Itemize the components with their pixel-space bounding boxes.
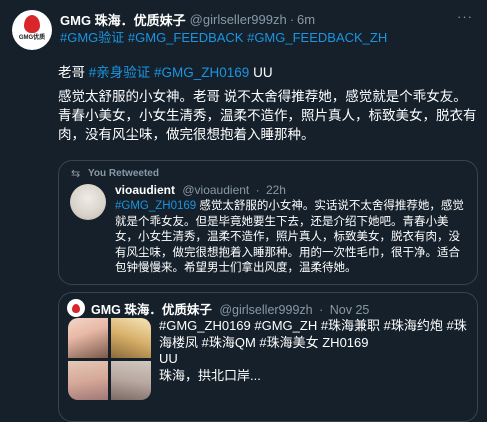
flame-logo-icon <box>72 303 80 313</box>
quoted-separator: · <box>319 303 324 317</box>
tweet-header: GMG 珠海．优质妹子 @girlseller999zh · 6m <box>60 10 475 28</box>
avatar-logo-text: GMG优质 <box>18 34 46 41</box>
retweet-hashtag[interactable]: #GMG_ZH0169 <box>115 200 196 212</box>
retweet-time[interactable]: 22h <box>266 183 286 197</box>
quoted-tweet-card[interactable]: GMG 珠海．优质妹子 @girlseller999zh · Nov 25 #G… <box>58 292 478 422</box>
quoted-header: GMG 珠海．优质妹子 @girlseller999zh · Nov 25 <box>91 299 369 318</box>
quoted-line-location: 珠海，拱北口岸... <box>159 367 261 383</box>
author-name[interactable]: GMG 珠海．优质妹子 <box>60 10 186 29</box>
retweet-author-name[interactable]: vioaudient <box>115 183 175 197</box>
line2-hashtags[interactable]: #亲身验证 #GMG_ZH0169 <box>89 65 250 80</box>
tweet-time[interactable]: 6m <box>297 12 315 27</box>
retweet-text: #GMG_ZH0169 感觉太舒服的小女神。实话说不太舍得推荐她，感觉就是个乖女… <box>115 199 471 277</box>
quoted-hashtags[interactable]: #GMG_ZH0169 #GMG_ZH #珠海兼职 #珠海约炮 #珠海楼凤 #珠… <box>159 318 471 351</box>
media-thumbnails[interactable] <box>68 318 151 400</box>
quoted-line-uu: UU <box>159 351 178 366</box>
retweet-author-handle[interactable]: @vioaudient <box>182 183 249 197</box>
quoted-author-name[interactable]: GMG 珠海．优质妹子 <box>91 303 212 317</box>
flame-logo-icon <box>24 14 40 33</box>
photo-thumbnail[interactable] <box>68 318 108 358</box>
more-options-icon[interactable]: ··· <box>457 9 473 24</box>
retweet-header: vioaudient @vioaudient · 22h <box>115 183 286 197</box>
retweet-label: You Retweeted <box>88 168 159 179</box>
retweet-author-avatar[interactable] <box>70 184 106 220</box>
separator-dot: · <box>289 11 295 27</box>
photo-thumbnail[interactable] <box>68 360 108 400</box>
tweet[interactable]: GMG优质 GMG 珠海．优质妹子 @girlseller999zh · 6m … <box>0 0 487 422</box>
line2-prefix: 老哥 <box>58 65 89 80</box>
tweet-line-2: 老哥 #亲身验证 #GMG_ZH0169 UU <box>58 61 273 81</box>
line2-suffix: UU <box>249 65 273 80</box>
retweet-separator: · <box>255 183 260 197</box>
retweet-icon: ⇆ <box>71 168 81 180</box>
quoted-text: #GMG_ZH0169 #GMG_ZH #珠海兼职 #珠海约炮 #珠海楼凤 #珠… <box>159 318 471 384</box>
retweet-card[interactable]: ⇆ You Retweeted vioaudient @vioaudient ·… <box>58 160 478 285</box>
hashtags-line[interactable]: #GMG验证 #GMG_FEEDBACK #GMG_FEEDBACK_ZH <box>60 27 387 46</box>
quoted-time[interactable]: Nov 25 <box>330 303 370 317</box>
photo-thumbnail[interactable] <box>111 318 151 358</box>
author-handle[interactable]: @girlseller999zh <box>190 12 287 27</box>
author-avatar[interactable]: GMG优质 <box>12 10 52 50</box>
tweet-paragraph: 感觉太舒服的小女神。老哥 说不太舍得推荐她，感觉就是个乖女友。青春小美女，小女生… <box>58 89 477 142</box>
quoted-author-avatar[interactable] <box>67 299 85 317</box>
quoted-author-handle[interactable]: @girlseller999zh <box>219 303 312 317</box>
photo-thumbnail[interactable] <box>111 360 151 400</box>
